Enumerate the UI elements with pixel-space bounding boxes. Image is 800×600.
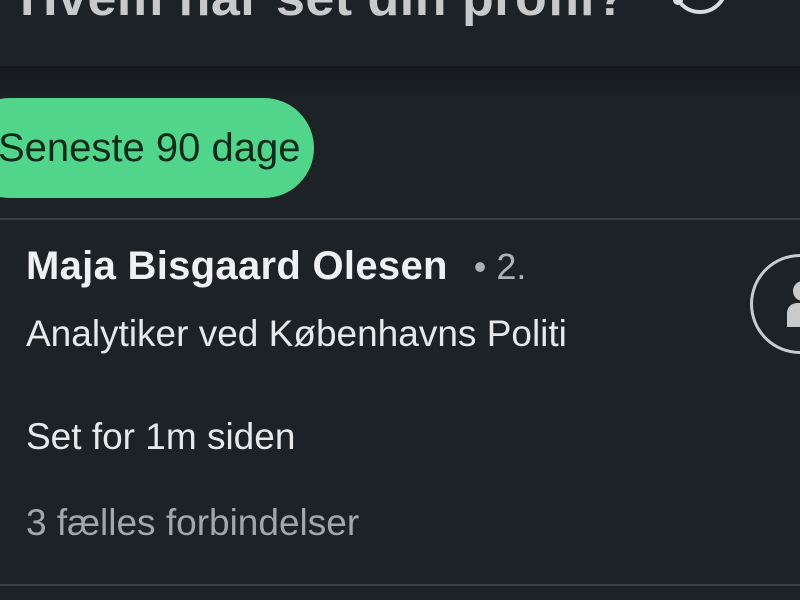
- viewed-time: Set for 1m siden: [26, 416, 296, 457]
- viewer-name[interactable]: Maja Bisgaard Olesen: [26, 244, 448, 289]
- viewer-headline: Analytiker ved Københavns Politi: [26, 313, 567, 354]
- time-range-filter-button[interactable]: Seneste 90 dage: [0, 98, 314, 198]
- viewers-card: Seneste 90 dage Maja Bisgaard Olesen • 2…: [0, 92, 800, 600]
- viewer-name-line: Maja Bisgaard Olesen • 2.: [26, 244, 526, 289]
- time-range-filter-label: Seneste 90 dage: [0, 125, 301, 170]
- viewer-list-item[interactable]: Maja Bisgaard Olesen • 2. Analytiker ved…: [0, 220, 800, 584]
- mutual-connections[interactable]: 3 fælles forbindelser: [26, 502, 359, 544]
- page-title: Hvem har set din profil?: [20, 0, 627, 28]
- connect-button[interactable]: [750, 254, 800, 354]
- top-bar: Hvem har set din profil?: [0, 0, 800, 66]
- connection-degree: • 2.: [473, 246, 527, 287]
- add-person-icon: [787, 281, 800, 327]
- divider: [0, 584, 800, 586]
- help-circle-icon[interactable]: [666, 0, 728, 22]
- screen: Hvem har set din profil? Seneste 90 dage…: [0, 0, 800, 600]
- header-divider: [0, 66, 800, 92]
